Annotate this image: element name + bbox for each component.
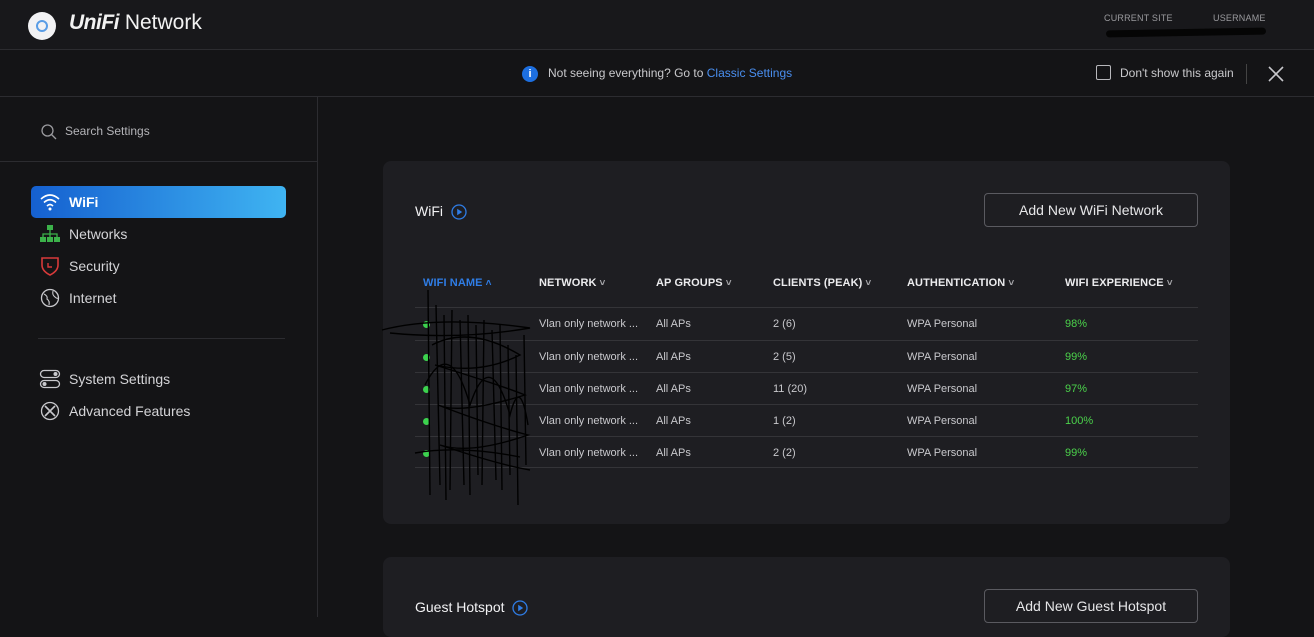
chevron-down-icon: ˅: [725, 278, 732, 289]
guest-card-title: Guest Hotspot: [415, 599, 529, 616]
sidebar-item-label: Advanced Features: [69, 403, 191, 419]
auth-cell: WPA Personal: [907, 318, 978, 330]
experience-cell: 100%: [1065, 415, 1094, 427]
search-icon: [41, 124, 57, 140]
column-header-label: AP GROUPS: [656, 277, 723, 289]
column-header-label: NETWORK: [539, 277, 597, 289]
experience-cell: 97%: [1065, 383, 1088, 395]
ap-groups-cell: All APs: [656, 415, 691, 427]
experience-cell: 99%: [1065, 351, 1088, 363]
clients-cell: 2 (5): [773, 351, 796, 363]
chevron-down-icon: ˅: [1008, 278, 1015, 289]
networks-icon: [40, 225, 60, 242]
column-header-wifi-experience[interactable]: WIFI EXPERIENCE ˅: [1065, 277, 1173, 289]
network-cell: Vlan only network ...: [539, 383, 639, 395]
sidebar-item-internet[interactable]: Internet: [31, 282, 286, 314]
chevron-down-icon: ˅: [599, 278, 606, 289]
network-cell: Vlan only network ...: [539, 415, 639, 427]
network-cell: Vlan only network ...: [539, 447, 639, 459]
play-icon[interactable]: [451, 204, 467, 220]
ap-groups-cell: All APs: [656, 351, 691, 363]
close-icon[interactable]: [1266, 64, 1286, 84]
column-header-authentication[interactable]: AUTHENTICATION ˅: [907, 277, 1014, 289]
globe-icon: [40, 288, 60, 308]
brand-product-text: Network: [119, 11, 202, 34]
clients-cell: 1 (2): [773, 415, 796, 427]
wifi-icon: [40, 194, 60, 211]
banner-divider: [1246, 64, 1247, 84]
auth-cell: WPA Personal: [907, 351, 978, 363]
sidebar-item-label: WiFi: [69, 194, 99, 210]
banner-text: Not seeing everything? Go to: [548, 66, 707, 80]
sidebar-item-label: Internet: [69, 290, 117, 306]
sidebar-item-label: System Settings: [69, 371, 171, 387]
auth-cell: WPA Personal: [907, 415, 978, 427]
ap-groups-cell: All APs: [656, 447, 691, 459]
redaction-scribble: [381, 289, 531, 506]
redacted-site-user[interactable]: [1105, 27, 1267, 38]
sidebar-divider: [0, 161, 318, 162]
card-title-text: Guest Hotspot: [415, 599, 505, 615]
classic-settings-link[interactable]: Classic Settings: [707, 66, 792, 80]
column-header-network[interactable]: NETWORK ˅: [539, 277, 605, 289]
username-label: USERNAME: [1213, 13, 1266, 23]
sidebar-item-networks[interactable]: Networks: [31, 218, 286, 250]
auth-cell: WPA Personal: [907, 447, 978, 459]
shield-icon: [41, 257, 59, 276]
column-header-ap-groups[interactable]: AP GROUPS ˅: [656, 277, 732, 289]
top-bar: UniFi Network CURRENT SITE USERNAME: [0, 0, 1314, 50]
clients-cell: 2 (2): [773, 447, 796, 459]
experience-cell: 99%: [1065, 447, 1088, 459]
clients-cell: 2 (6): [773, 318, 796, 330]
wifi-card-title: WiFi: [415, 203, 467, 220]
card-title-text: WiFi: [415, 203, 443, 219]
notice-banner: i Not seeing everything? Go to Classic S…: [0, 51, 1314, 97]
ap-groups-cell: All APs: [656, 383, 691, 395]
network-cell: Vlan only network ...: [539, 318, 639, 330]
auth-cell: WPA Personal: [907, 383, 978, 395]
column-header-label: WIFI EXPERIENCE: [1065, 277, 1164, 289]
app-title: UniFi Network: [69, 11, 202, 35]
ap-groups-cell: All APs: [656, 318, 691, 330]
chevron-down-icon: ˅: [1166, 278, 1173, 289]
experience-cell: 98%: [1065, 318, 1088, 330]
dont-show-checkbox[interactable]: [1096, 65, 1111, 80]
column-header-label: CLIENTS (PEAK): [773, 277, 863, 289]
add-guest-hotspot-button[interactable]: Add New Guest Hotspot: [984, 589, 1198, 623]
current-site-label: CURRENT SITE: [1104, 13, 1173, 23]
play-icon[interactable]: [512, 600, 529, 616]
sidebar-divider: [38, 338, 285, 339]
toggles-icon: [39, 369, 61, 389]
clients-cell: 11 (20): [773, 383, 808, 395]
brand-logo-text: UniFi: [69, 11, 120, 34]
column-header-clients-peak[interactable]: CLIENTS (PEAK) ˅: [773, 277, 871, 289]
network-cell: Vlan only network ...: [539, 351, 639, 363]
banner-message: Not seeing everything? Go to Classic Set…: [548, 66, 792, 80]
column-header-label: AUTHENTICATION: [907, 277, 1006, 289]
unifi-logo-icon[interactable]: [28, 12, 56, 40]
guest-hotspot-card: Guest Hotspot Add New Guest Hotspot: [383, 557, 1230, 637]
add-wifi-network-button[interactable]: Add New WiFi Network: [984, 193, 1198, 227]
sidebar-item-advanced-features[interactable]: Advanced Features: [31, 395, 286, 427]
info-icon: i: [522, 66, 538, 82]
chevron-down-icon: ˅: [865, 278, 872, 289]
sidebar-item-system-settings[interactable]: System Settings: [31, 363, 286, 395]
sidebar-item-security[interactable]: Security: [31, 250, 286, 282]
settings-sidebar: Search Settings WiFi Networks Security I…: [0, 97, 318, 617]
dont-show-label[interactable]: Don't show this again: [1120, 66, 1234, 80]
sidebar-item-label: Networks: [69, 226, 128, 242]
search-input[interactable]: Search Settings: [65, 124, 150, 138]
sidebar-item-wifi[interactable]: WiFi: [31, 186, 286, 218]
sidebar-item-label: Security: [69, 258, 120, 274]
tools-icon: [40, 401, 60, 421]
